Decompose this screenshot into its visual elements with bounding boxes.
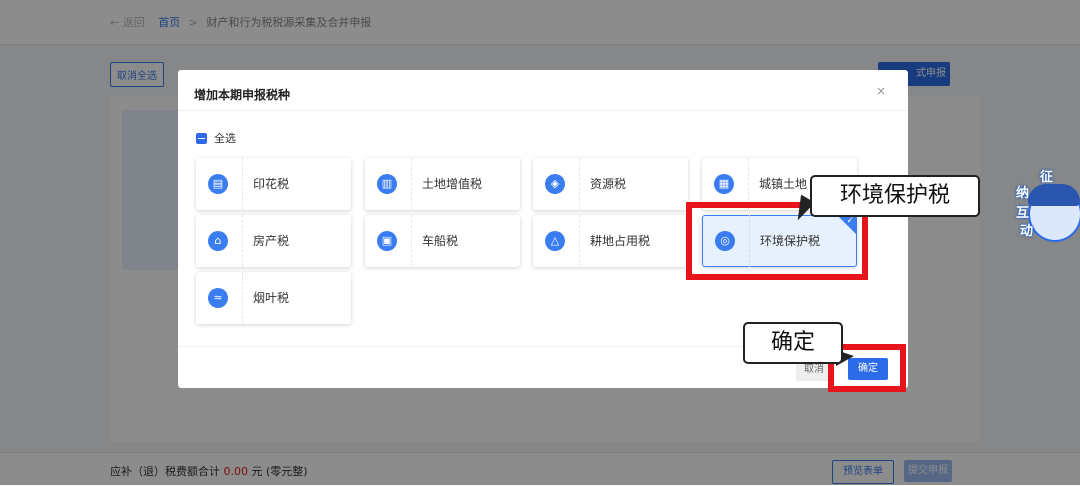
land-icon: ▥ [377,174,397,194]
tax-item-stamp[interactable]: ▤ 印花税 [196,158,351,210]
mascot-char: 纳 [1016,186,1030,201]
tax-item-property[interactable]: ⌂ 房产税 [196,215,351,267]
mascot-cap [1028,184,1080,206]
select-all-label: 全选 [214,132,236,145]
mascot-widget[interactable]: 纳 征 互 动 [1012,164,1080,244]
tax-item-land-value[interactable]: ▥ 土地增值税 [365,158,520,210]
tax-item-label: 烟叶税 [242,272,289,324]
tax-item-tobacco[interactable]: ≈ 烟叶税 [196,272,351,324]
tax-item-label: 资源税 [579,158,626,210]
mascot-char: 互 [1016,206,1030,221]
callout-ok: 确定 [743,322,843,364]
dialog-title: 增加本期申报税种 [194,88,291,102]
stamp-icon: ▤ [208,174,228,194]
checkbox-indeterminate-icon [196,132,207,144]
house-icon: ⌂ [208,231,228,251]
dialog-divider [178,110,908,111]
mascot-char: 动 [1020,224,1034,239]
leaf-icon: ≈ [208,288,228,308]
farmland-icon: △ [545,231,565,251]
resource-icon: ◈ [545,174,565,194]
vehicle-icon: ▣ [377,231,397,251]
tax-item-farmland[interactable]: △ 耕地占用税 [533,215,688,267]
close-icon[interactable]: × [876,84,886,98]
building-icon: ▦ [714,174,734,194]
mascot-char: 征 [1040,170,1054,185]
tax-item-label: 耕地占用税 [579,215,650,267]
tax-item-resource[interactable]: ◈ 资源税 [533,158,688,210]
tax-item-label: 车船税 [411,215,458,267]
select-all-checkbox[interactable]: 全选 [196,130,236,146]
tax-item-label: 房产税 [242,215,289,267]
callout-environment: 环境保护税 [810,175,980,217]
tax-item-vehicle[interactable]: ▣ 车船税 [365,215,520,267]
tax-item-label: 土地增值税 [411,158,482,210]
tax-item-label: 印花税 [242,158,289,210]
